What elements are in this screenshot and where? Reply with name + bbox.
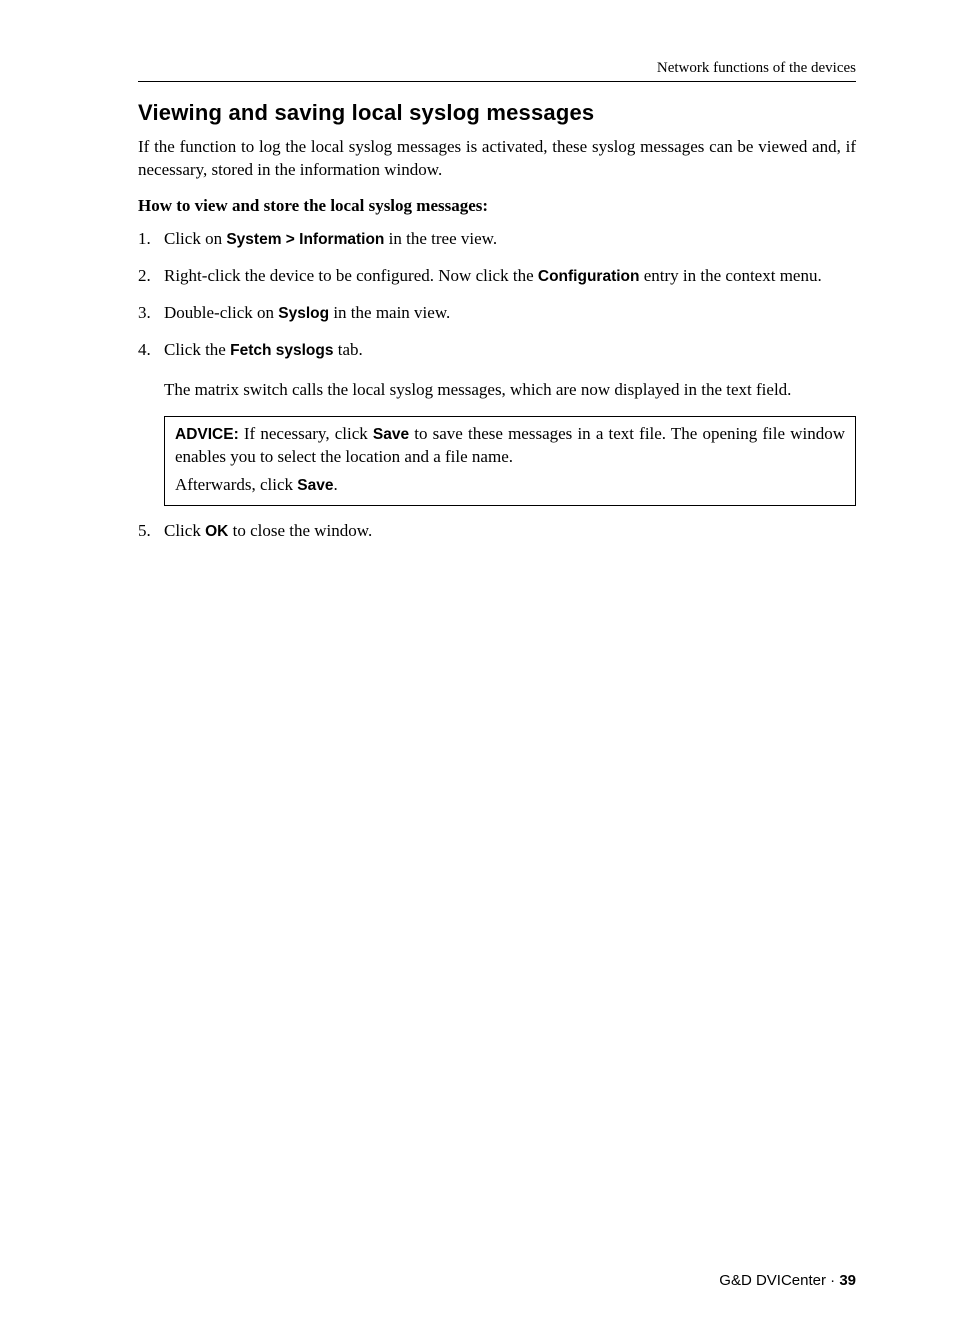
ui-save: Save [297, 477, 333, 494]
step-text: in the main view. [329, 303, 450, 322]
step-text: Right-click the device to be configured.… [164, 266, 538, 285]
step-text: to close the window. [228, 521, 372, 540]
step-3: Double-click on Syslog in the main view. [138, 302, 856, 325]
step-text: tab. [333, 340, 362, 359]
howto-heading: How to view and store the local syslog m… [138, 196, 856, 216]
ui-system-information: System > Information [226, 231, 384, 248]
step-1: Click on System > Information in the tre… [138, 228, 856, 251]
advice-text: Afterwards, click [175, 475, 297, 494]
step-4-result: The matrix switch calls the local syslog… [164, 379, 856, 402]
ui-ok: OK [205, 523, 228, 540]
step-2: Right-click the device to be configured.… [138, 265, 856, 288]
steps-list: Click on System > Information in the tre… [138, 228, 856, 362]
step-text: Click the [164, 340, 230, 359]
ui-syslog: Syslog [278, 305, 329, 322]
advice-box: ADVICE: If necessary, click Save to save… [164, 416, 856, 507]
advice-label: ADVICE: [175, 426, 239, 443]
intro-paragraph: If the function to log the local syslog … [138, 136, 856, 182]
step-text: Click on [164, 229, 226, 248]
step-5: Click OK to close the window. [138, 520, 856, 543]
step-text: Click [164, 521, 205, 540]
ui-fetch-syslogs: Fetch syslogs [230, 342, 333, 359]
steps-list-cont: Click OK to close the window. [138, 520, 856, 543]
step-text: Double-click on [164, 303, 278, 322]
step-text: entry in the context menu. [639, 266, 821, 285]
step-4: Click the Fetch syslogs tab. [138, 339, 856, 362]
step-text: in the tree view. [384, 229, 497, 248]
advice-text: . [333, 475, 337, 494]
running-head: Network functions of the devices [138, 60, 856, 77]
page-footer: G&D DVICenter · 39 [719, 1272, 856, 1289]
page-number: 39 [839, 1272, 856, 1289]
advice-text: If necessary, click [239, 424, 373, 443]
ui-configuration: Configuration [538, 268, 640, 285]
ui-save: Save [373, 426, 409, 443]
footer-product: G&D DVICenter · [719, 1272, 839, 1289]
header-rule [138, 81, 856, 82]
section-title: Viewing and saving local syslog messages [138, 100, 856, 126]
